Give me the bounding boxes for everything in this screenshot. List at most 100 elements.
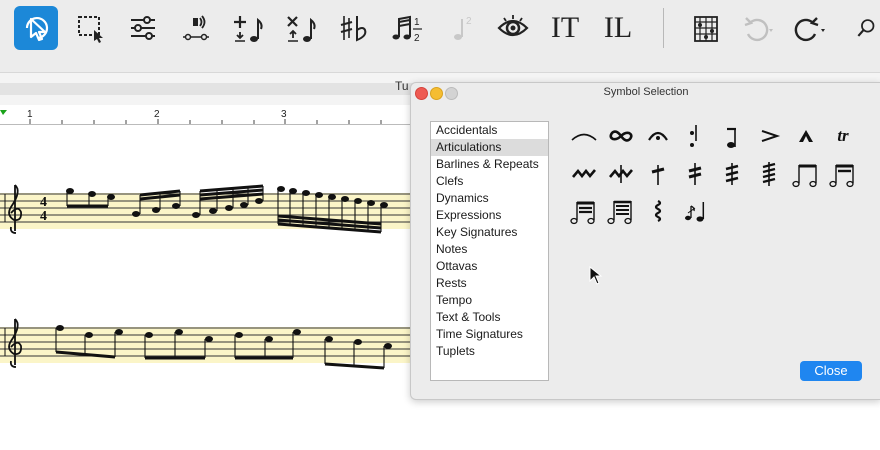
audio-playback-button[interactable] — [174, 6, 218, 50]
toolbar-separator — [663, 8, 664, 48]
category-barlines-repeats[interactable]: Barlines & Repeats — [431, 156, 548, 173]
category-tempo[interactable]: Tempo — [431, 292, 548, 309]
mouse-cursor-icon — [589, 266, 603, 285]
triple-tremolo-icon — [725, 163, 739, 185]
symbol-turn[interactable] — [606, 121, 636, 151]
symbol-fermata[interactable] — [643, 121, 673, 151]
category-rests[interactable]: Rests — [431, 275, 548, 292]
two-note-tremolo-four-icon — [607, 200, 632, 225]
symbol-quadruple-tremolo[interactable] — [754, 159, 784, 189]
disabled-tuplet-button[interactable]: 2 — [438, 6, 482, 50]
category-articulations[interactable]: Articulations — [431, 139, 548, 156]
search-button[interactable] — [854, 6, 880, 50]
staff-2-notation — [0, 318, 410, 370]
arpeggio-icon — [654, 200, 662, 222]
category-list[interactable]: Accidentals Articulations Barlines & Rep… — [430, 121, 549, 381]
symbol-single-tremolo[interactable] — [643, 159, 673, 189]
svg-text:1: 1 — [414, 17, 420, 28]
staff-system-2[interactable] — [0, 318, 410, 370]
symbol-triple-tremolo[interactable] — [717, 159, 747, 189]
category-key-signatures[interactable]: Key Signatures — [431, 224, 548, 241]
tuplet-button[interactable]: 1 2 — [385, 6, 429, 50]
ruler-mark-2: 2 — [154, 109, 160, 120]
symbol-inverted-mordent[interactable] — [606, 159, 636, 189]
symbol-staccato[interactable] — [680, 121, 710, 151]
staff-system-1[interactable]: 4 4 — [0, 184, 410, 234]
symbol-arpeggio[interactable] — [643, 196, 673, 226]
chord-grid-button[interactable] — [684, 6, 728, 50]
add-note-icon — [234, 16, 263, 42]
symbol-two-note-tremolo-one[interactable] — [791, 159, 821, 189]
staff-1-notation: 4 4 — [0, 184, 410, 234]
dialog-title: Symbol Selection — [603, 86, 689, 98]
symbol-tenuto[interactable] — [717, 121, 747, 151]
symbol-double-tremolo[interactable] — [680, 159, 710, 189]
time-signature-bottom: 4 — [40, 209, 47, 224]
two-note-tremolo-two-icon — [829, 164, 854, 188]
accidentals-button[interactable] — [332, 6, 376, 50]
category-notes[interactable]: Notes — [431, 241, 548, 258]
toolbar-bottom-band — [0, 58, 880, 72]
symbol-two-note-tremolo-three[interactable] — [569, 196, 599, 226]
search-icon — [857, 19, 875, 37]
two-note-tremolo-three-icon — [570, 201, 595, 225]
category-dynamics[interactable]: Dynamics — [431, 190, 548, 207]
grace-notes-icon — [685, 202, 705, 222]
symbol-slur[interactable] — [569, 121, 599, 151]
delete-note-button[interactable] — [279, 6, 323, 50]
view-eye-icon — [497, 15, 529, 37]
symbol-two-note-tremolo-four[interactable] — [606, 196, 636, 226]
ruler-mark-1: 1 — [27, 109, 33, 120]
category-ottavas[interactable]: Ottavas — [431, 258, 548, 275]
add-note-button[interactable] — [226, 6, 270, 50]
marquee-select-button[interactable] — [68, 6, 112, 50]
category-clefs[interactable]: Clefs — [431, 173, 548, 190]
symbol-mordent[interactable] — [569, 159, 599, 189]
time-signature-top: 4 — [40, 195, 47, 210]
redo-icon — [794, 17, 825, 42]
two-note-tremolo-one-icon — [792, 164, 817, 188]
mixer-button[interactable] — [121, 6, 165, 50]
marquee-select-icon — [78, 16, 103, 43]
chord-grid-icon — [694, 16, 718, 42]
inverted-mordent-icon — [609, 165, 633, 183]
close-button[interactable]: Close — [800, 361, 862, 381]
category-accidentals[interactable]: Accidentals — [431, 122, 548, 139]
delete-note-icon — [287, 16, 316, 42]
quadruple-tremolo-icon — [762, 162, 776, 186]
symbol-accent[interactable] — [754, 121, 784, 151]
accent-icon — [761, 130, 781, 142]
fermata-icon — [648, 131, 668, 141]
toolbar: 1 2 2 IT IL — [0, 0, 880, 59]
lyrics-tool-button[interactable]: IL — [596, 6, 640, 50]
text-tool-button[interactable]: IT — [543, 6, 587, 50]
mixer-sliders-icon — [131, 16, 155, 40]
tenuto-icon — [727, 127, 736, 148]
trill-label: tr — [837, 126, 849, 145]
symbol-marcato[interactable] — [791, 121, 821, 151]
accidentals-icon — [340, 16, 367, 42]
ruler-mark-3: 3 — [281, 109, 287, 120]
double-tremolo-icon — [688, 163, 702, 185]
symbol-grace-notes[interactable] — [680, 196, 710, 226]
document-title: Tu — [395, 79, 409, 93]
view-button[interactable] — [491, 6, 535, 50]
tuplet-icon: 1 2 — [392, 15, 422, 44]
turn-icon — [609, 130, 633, 142]
symbol-two-note-tremolo-two[interactable] — [828, 159, 858, 189]
svg-text:2: 2 — [414, 33, 420, 44]
category-tuplets[interactable]: Tuplets — [431, 343, 548, 360]
undo-button[interactable] — [735, 6, 779, 50]
redo-button[interactable] — [788, 6, 832, 50]
symbol-selection-dialog: Symbol Selection Accidentals Articulatio… — [410, 82, 880, 400]
category-time-signatures[interactable]: Time Signatures — [431, 326, 548, 343]
select-tool-button[interactable] — [14, 6, 58, 50]
audio-playback-icon — [183, 15, 209, 41]
select-tool-icon — [25, 16, 49, 42]
category-text-tools[interactable]: Text & Tools — [431, 309, 548, 326]
category-expressions[interactable]: Expressions — [431, 207, 548, 224]
measure-ruler[interactable]: 1 2 3 — [0, 108, 410, 125]
playhead-marker[interactable] — [0, 110, 7, 115]
symbol-trill[interactable]: tr — [828, 121, 858, 151]
staccato-icon — [690, 125, 697, 147]
